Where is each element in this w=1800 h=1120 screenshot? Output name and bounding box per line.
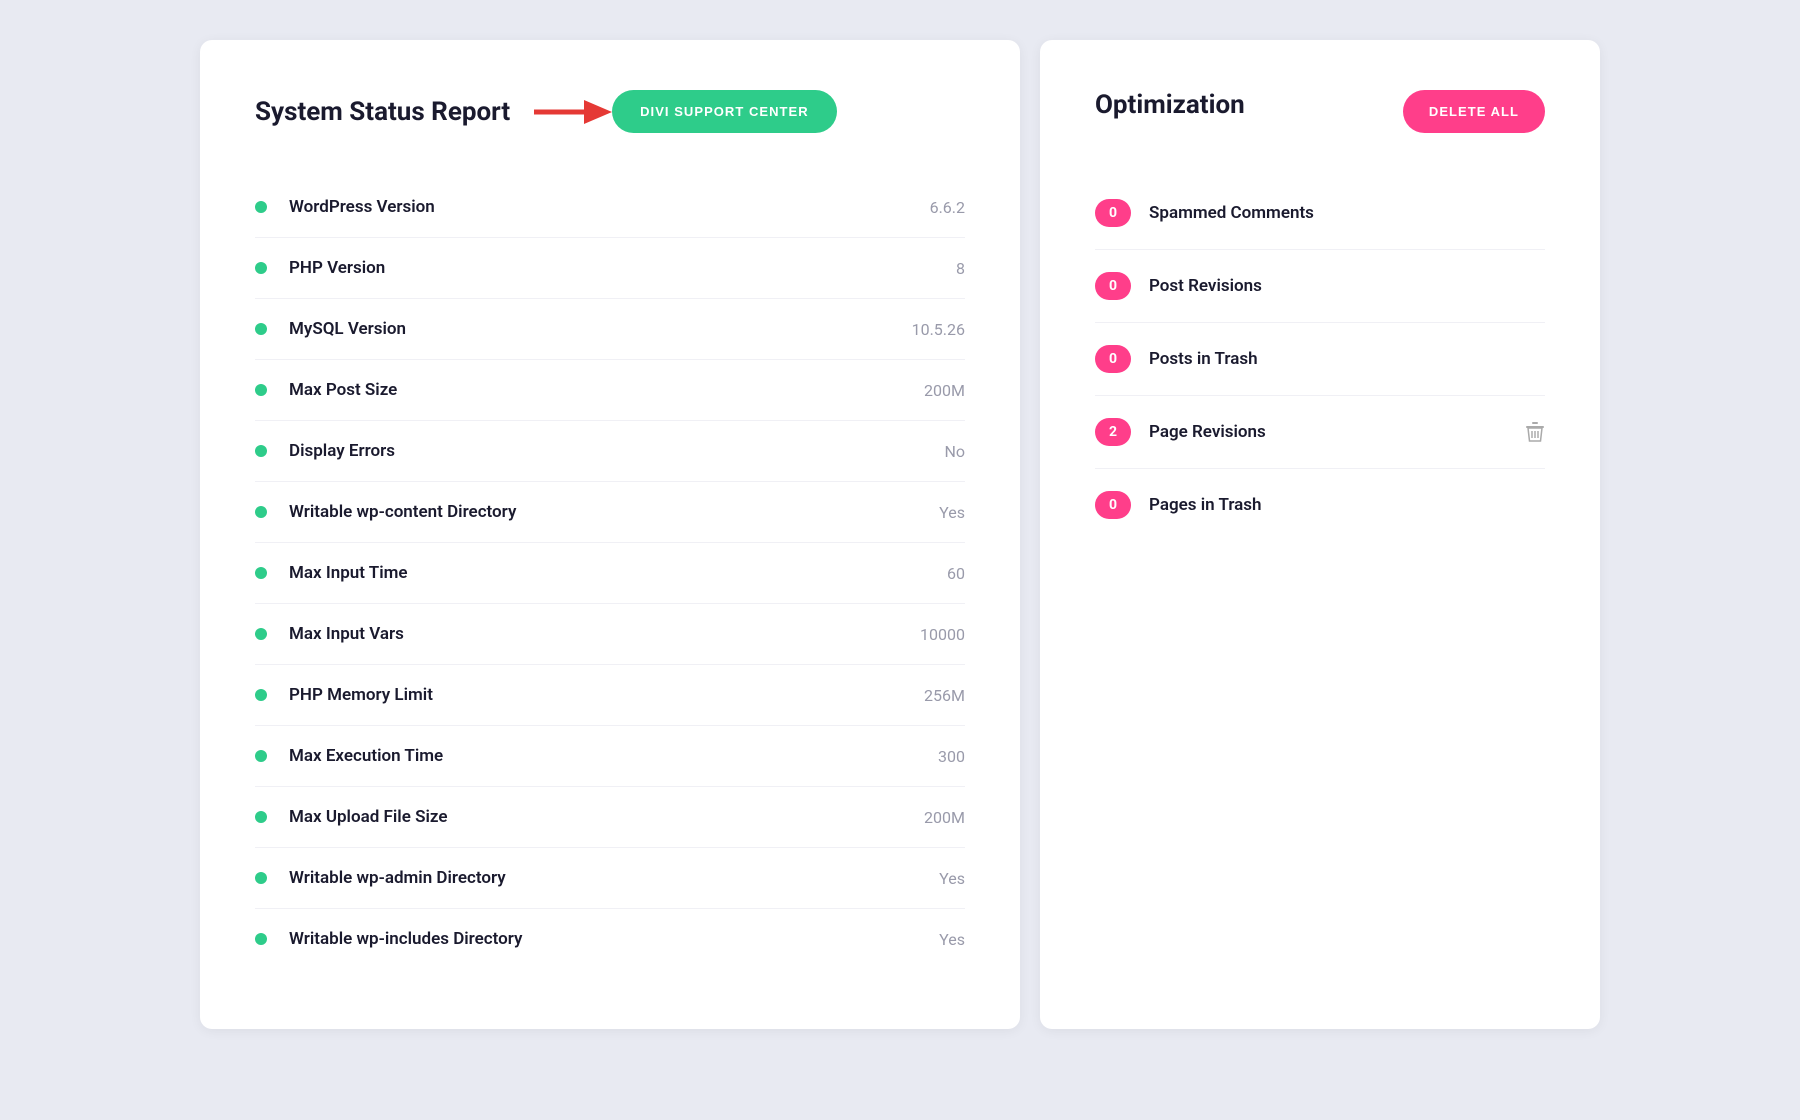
system-row: PHP Version 8 bbox=[255, 238, 965, 299]
opt-row: 2 Page Revisions bbox=[1095, 396, 1545, 469]
system-row: Writable wp-includes Directory Yes bbox=[255, 909, 965, 969]
system-row: WordPress Version 6.6.2 bbox=[255, 177, 965, 238]
count-badge: 0 bbox=[1095, 199, 1131, 227]
system-row: Writable wp-content Directory Yes bbox=[255, 482, 965, 543]
system-row: Display Errors No bbox=[255, 421, 965, 482]
panel-title: System Status Report bbox=[255, 97, 510, 127]
row-value: 300 bbox=[938, 747, 965, 766]
opt-label: Spammed Comments bbox=[1149, 203, 1545, 223]
row-value: 256M bbox=[924, 686, 965, 705]
status-dot bbox=[255, 811, 267, 823]
row-label: Max Upload File Size bbox=[289, 807, 904, 827]
row-value: 10.5.26 bbox=[912, 320, 965, 339]
status-dot bbox=[255, 323, 267, 335]
trash-icon[interactable] bbox=[1525, 421, 1545, 443]
opt-row: 0 Posts in Trash bbox=[1095, 323, 1545, 396]
count-badge: 2 bbox=[1095, 418, 1131, 446]
optimization-rows: 0 Spammed Comments 0 Post Revisions 0 Po… bbox=[1095, 177, 1545, 541]
opt-label: Posts in Trash bbox=[1149, 349, 1545, 369]
status-dot bbox=[255, 567, 267, 579]
right-panel: Optimization DELETE ALL 0 Spammed Commen… bbox=[1040, 40, 1600, 1029]
left-panel: System Status Report DIVI SUPPORT CENTER… bbox=[200, 40, 1020, 1029]
row-value: 200M bbox=[924, 808, 965, 827]
row-label: Writable wp-admin Directory bbox=[289, 868, 919, 888]
row-label: MySQL Version bbox=[289, 319, 892, 339]
system-row: MySQL Version 10.5.26 bbox=[255, 299, 965, 360]
opt-label: Pages in Trash bbox=[1149, 495, 1545, 515]
row-value: Yes bbox=[939, 503, 965, 522]
opt-label: Page Revisions bbox=[1149, 422, 1507, 442]
status-dot bbox=[255, 384, 267, 396]
status-dot bbox=[255, 933, 267, 945]
row-label: Max Input Time bbox=[289, 563, 927, 583]
row-value: 200M bbox=[924, 381, 965, 400]
row-value: Yes bbox=[939, 869, 965, 888]
support-center-button[interactable]: DIVI SUPPORT CENTER bbox=[612, 90, 837, 133]
system-row: Max Execution Time 300 bbox=[255, 726, 965, 787]
status-dot bbox=[255, 445, 267, 457]
row-value: 60 bbox=[947, 564, 965, 583]
arrow-right-icon bbox=[534, 92, 614, 132]
row-value: Yes bbox=[939, 930, 965, 949]
right-header: Optimization DELETE ALL bbox=[1095, 90, 1545, 133]
row-label: Max Post Size bbox=[289, 380, 904, 400]
row-label: WordPress Version bbox=[289, 197, 910, 217]
row-label: PHP Version bbox=[289, 258, 936, 278]
row-label: Max Execution Time bbox=[289, 746, 918, 766]
system-row: Max Input Vars 10000 bbox=[255, 604, 965, 665]
row-label: Display Errors bbox=[289, 441, 924, 461]
count-badge: 0 bbox=[1095, 491, 1131, 519]
count-badge: 0 bbox=[1095, 345, 1131, 373]
row-value: 6.6.2 bbox=[930, 198, 965, 217]
status-dot bbox=[255, 628, 267, 640]
system-row: Max Upload File Size 200M bbox=[255, 787, 965, 848]
status-dot bbox=[255, 262, 267, 274]
system-row: Writable wp-admin Directory Yes bbox=[255, 848, 965, 909]
opt-row: 0 Post Revisions bbox=[1095, 250, 1545, 323]
status-dot bbox=[255, 201, 267, 213]
row-value: 10000 bbox=[920, 625, 965, 644]
row-label: PHP Memory Limit bbox=[289, 685, 904, 705]
panel-header: System Status Report DIVI SUPPORT CENTER bbox=[255, 90, 965, 133]
system-rows: WordPress Version 6.6.2 PHP Version 8 My… bbox=[255, 177, 965, 969]
system-row: PHP Memory Limit 256M bbox=[255, 665, 965, 726]
row-label: Max Input Vars bbox=[289, 624, 900, 644]
status-dot bbox=[255, 872, 267, 884]
status-dot bbox=[255, 506, 267, 518]
opt-row: 0 Spammed Comments bbox=[1095, 177, 1545, 250]
optimization-title: Optimization bbox=[1095, 90, 1245, 120]
arrow-btn-wrapper: DIVI SUPPORT CENTER bbox=[534, 90, 837, 133]
delete-all-button[interactable]: DELETE ALL bbox=[1403, 90, 1545, 133]
row-value: No bbox=[944, 442, 965, 461]
row-label: Writable wp-includes Directory bbox=[289, 929, 919, 949]
status-dot bbox=[255, 750, 267, 762]
row-label: Writable wp-content Directory bbox=[289, 502, 919, 522]
row-value: 8 bbox=[956, 259, 965, 278]
page-wrapper: System Status Report DIVI SUPPORT CENTER… bbox=[200, 40, 1600, 1029]
count-badge: 0 bbox=[1095, 272, 1131, 300]
opt-row: 0 Pages in Trash bbox=[1095, 469, 1545, 541]
status-dot bbox=[255, 689, 267, 701]
opt-label: Post Revisions bbox=[1149, 276, 1545, 296]
system-row: Max Post Size 200M bbox=[255, 360, 965, 421]
system-row: Max Input Time 60 bbox=[255, 543, 965, 604]
